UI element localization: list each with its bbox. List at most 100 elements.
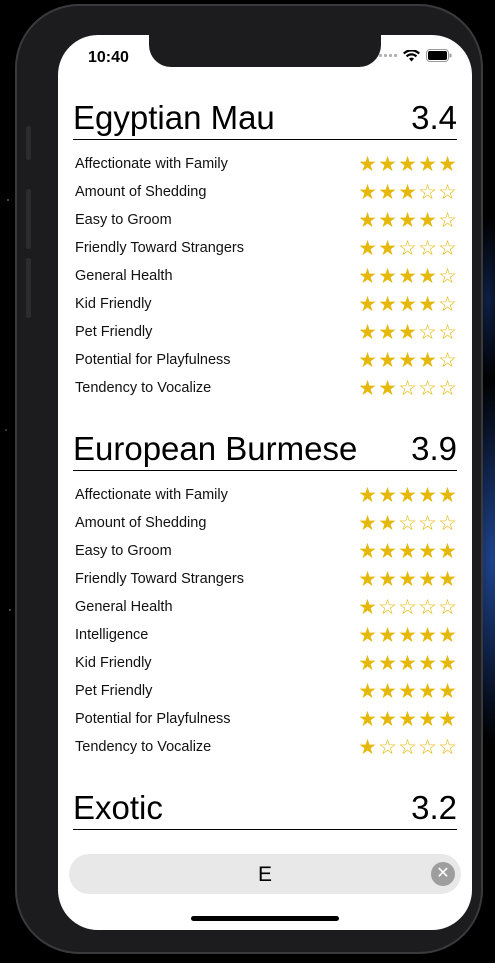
- star-filled-icon: ★: [378, 320, 397, 344]
- trait-row: Kid Friendly ★ ★ ★ ★ ☆: [73, 290, 457, 318]
- star-rating: ★ ★ ★ ★ ★: [358, 541, 457, 562]
- star-rating: ★ ★ ★ ★ ☆: [358, 350, 457, 371]
- trait-label: Tendency to Vocalize: [75, 380, 212, 396]
- star-filled-icon: ★: [418, 483, 437, 507]
- star-empty-icon: ☆: [438, 320, 457, 344]
- star-filled-icon: ★: [418, 348, 437, 372]
- star-empty-icon: ☆: [418, 595, 437, 619]
- star-empty-icon: ☆: [398, 236, 417, 260]
- star-filled-icon: ★: [378, 539, 397, 563]
- star-rating: ★ ★ ★ ★ ★: [358, 709, 457, 730]
- breed-header[interactable]: Egyptian Mau 3.4: [73, 97, 457, 140]
- star-filled-icon: ★: [358, 567, 377, 591]
- star-filled-icon: ★: [438, 707, 457, 731]
- trait-label: Kid Friendly: [75, 655, 152, 671]
- star-filled-icon: ★: [398, 483, 417, 507]
- star-rating: ★ ★ ★ ★ ★: [358, 569, 457, 590]
- star-filled-icon: ★: [358, 707, 377, 731]
- star-empty-icon: ☆: [398, 376, 417, 400]
- star-filled-icon: ★: [418, 539, 437, 563]
- star-empty-icon: ☆: [438, 735, 457, 759]
- trait-label: Friendly Toward Strangers: [75, 240, 244, 256]
- star-filled-icon: ★: [358, 735, 377, 759]
- star-empty-icon: ☆: [418, 735, 437, 759]
- star-filled-icon: ★: [358, 152, 377, 176]
- star-filled-icon: ★: [378, 236, 397, 260]
- star-filled-icon: ★: [358, 264, 377, 288]
- star-rating: ★ ★ ☆ ☆ ☆: [358, 238, 457, 259]
- star-rating: ★ ★ ★ ★ ☆: [358, 294, 457, 315]
- breed-header[interactable]: European Burmese 3.9: [73, 428, 457, 471]
- trait-row: Tendency to Vocalize ★ ★ ☆ ☆ ☆: [73, 374, 457, 402]
- star-filled-icon: ★: [418, 567, 437, 591]
- trait-row: Easy to Groom ★ ★ ★ ★ ★: [73, 537, 457, 565]
- volume-up-button: [26, 189, 31, 249]
- star-filled-icon: ★: [378, 348, 397, 372]
- star-rating: ★ ☆ ☆ ☆ ☆: [358, 737, 457, 758]
- star-rating: ★ ★ ★ ★ ★: [358, 154, 457, 175]
- star-rating: ★ ★ ☆ ☆ ☆: [358, 513, 457, 534]
- search-bar[interactable]: E ✕: [69, 854, 461, 894]
- star-rating: ★ ★ ★ ★ ★: [358, 485, 457, 506]
- star-empty-icon: ☆: [418, 180, 437, 204]
- star-filled-icon: ★: [358, 376, 377, 400]
- trait-list: Affectionate with Family ★ ★ ★ ★ ★ Amount of S…: [73, 481, 457, 761]
- trait-row: Pet Friendly ★ ★ ★ ★ ★: [73, 677, 457, 705]
- trait-row: Potential for Playfulness ★ ★ ★ ★ ☆: [73, 346, 457, 374]
- trait-row: Easy to Groom ★ ★ ★ ★ ☆: [73, 206, 457, 234]
- trait-row: Friendly Toward Strangers ★ ★ ★ ★ ★: [73, 565, 457, 593]
- star-filled-icon: ★: [358, 511, 377, 535]
- breed-section: European Burmese 3.9 Affectionate with Fam…: [73, 428, 457, 761]
- star-filled-icon: ★: [418, 264, 437, 288]
- clear-icon[interactable]: ✕: [431, 862, 455, 886]
- trait-row: Amount of Shedding ★ ★ ★ ☆ ☆: [73, 178, 457, 206]
- trait-row: Potential for Playfulness ★ ★ ★ ★ ★: [73, 705, 457, 733]
- star-rating: ★ ★ ★ ☆ ☆: [358, 322, 457, 343]
- star-filled-icon: ★: [358, 208, 377, 232]
- star-filled-icon: ★: [358, 539, 377, 563]
- star-filled-icon: ★: [358, 236, 377, 260]
- mute-switch: [26, 126, 31, 160]
- star-filled-icon: ★: [398, 152, 417, 176]
- breed-list[interactable]: Egyptian Mau 3.4 Affectionate with Family ★…: [73, 97, 457, 845]
- star-filled-icon: ★: [398, 264, 417, 288]
- star-filled-icon: ★: [418, 623, 437, 647]
- star-empty-icon: ☆: [438, 208, 457, 232]
- trait-label: Pet Friendly: [75, 683, 153, 699]
- star-filled-icon: ★: [378, 180, 397, 204]
- star-empty-icon: ☆: [378, 735, 397, 759]
- breed-header[interactable]: Exotic 3.2: [73, 787, 457, 830]
- star-filled-icon: ★: [398, 651, 417, 675]
- star-filled-icon: ★: [438, 567, 457, 591]
- star-filled-icon: ★: [438, 623, 457, 647]
- trait-row: General Health ★ ★ ★ ★ ☆: [73, 262, 457, 290]
- status-time: 10:40: [88, 49, 129, 66]
- breed-score: 3.9: [411, 430, 457, 467]
- trait-list: Affectionate with Family ★ ★ ★ ★ ★ Amount of S…: [73, 150, 457, 402]
- star-filled-icon: ★: [358, 348, 377, 372]
- star-filled-icon: ★: [358, 483, 377, 507]
- status-icons: [379, 49, 452, 62]
- star-filled-icon: ★: [418, 707, 437, 731]
- trait-label: Affectionate with Family: [75, 487, 228, 503]
- star-filled-icon: ★: [358, 180, 377, 204]
- star-empty-icon: ☆: [418, 511, 437, 535]
- star-rating: ★ ★ ★ ★ ★: [358, 681, 457, 702]
- trait-label: General Health: [75, 268, 173, 284]
- star-empty-icon: ☆: [438, 348, 457, 372]
- star-rating: ★ ★ ★ ★ ☆: [358, 266, 457, 287]
- star-filled-icon: ★: [378, 152, 397, 176]
- trait-row: General Health ★ ☆ ☆ ☆ ☆: [73, 593, 457, 621]
- star-filled-icon: ★: [358, 595, 377, 619]
- star-filled-icon: ★: [398, 567, 417, 591]
- star-empty-icon: ☆: [418, 320, 437, 344]
- star-filled-icon: ★: [378, 623, 397, 647]
- search-input[interactable]: E: [69, 863, 461, 887]
- home-indicator[interactable]: [191, 916, 339, 921]
- star-filled-icon: ★: [378, 567, 397, 591]
- star-empty-icon: ☆: [398, 511, 417, 535]
- star-empty-icon: ☆: [418, 236, 437, 260]
- star-filled-icon: ★: [398, 208, 417, 232]
- breed-name: European Burmese: [73, 430, 358, 467]
- star-empty-icon: ☆: [438, 511, 457, 535]
